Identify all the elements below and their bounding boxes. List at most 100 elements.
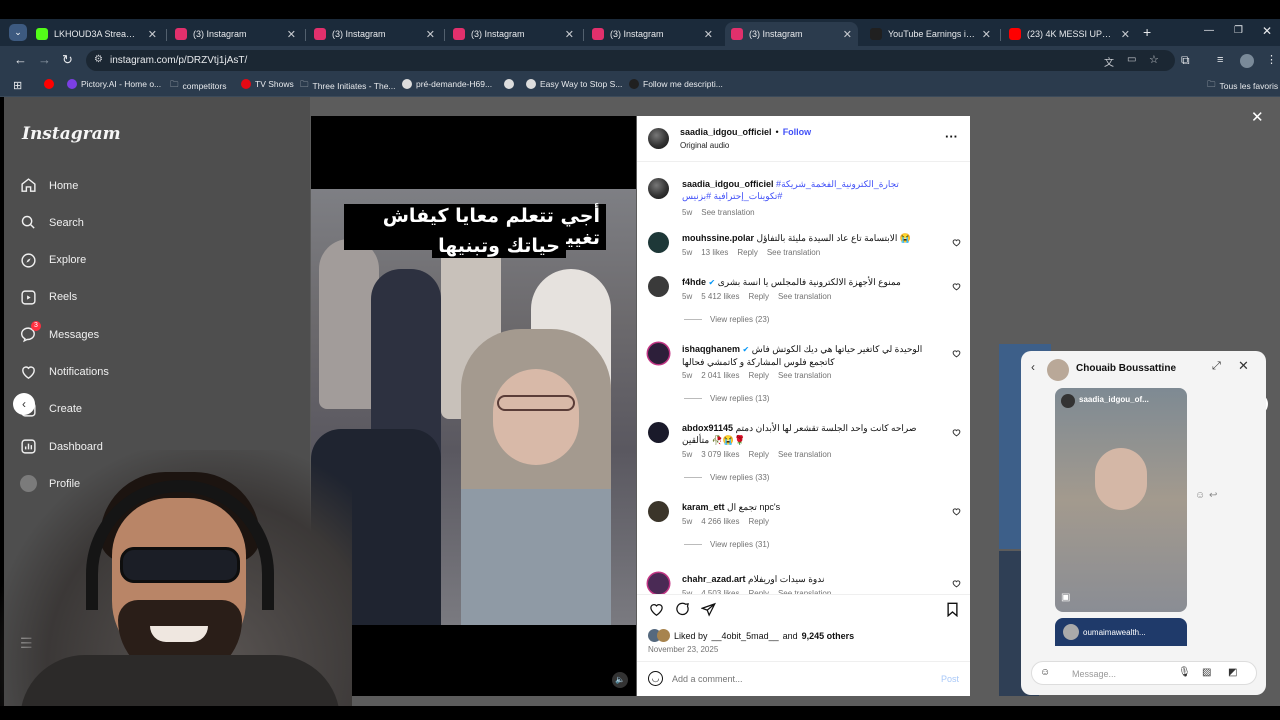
shared-post-preview[interactable]: oumaimawealth...: [1055, 618, 1187, 646]
tab-close-icon[interactable]: ✕: [426, 28, 435, 41]
tab[interactable]: LKHOUD3A Stream - Wat ✕: [30, 22, 163, 46]
bookmark-item[interactable]: Follow me descripti...: [629, 79, 723, 89]
volume-button[interactable]: 🔈: [612, 672, 628, 688]
comment-see-translation[interactable]: See translation: [778, 450, 831, 459]
liked-by-user[interactable]: __4obit_5mad__: [712, 631, 779, 641]
view-replies-button[interactable]: View replies (33): [684, 473, 769, 482]
reply-icon[interactable]: ↩: [1209, 490, 1217, 501]
commenter-avatar[interactable]: [648, 276, 669, 297]
sidebar-item-home[interactable]: Home: [20, 177, 78, 194]
commenter-username[interactable]: chahr_azad.art: [682, 574, 746, 584]
close-chat-icon[interactable]: ✕: [1238, 358, 1249, 374]
tab-close-icon[interactable]: ✕: [565, 28, 574, 41]
like-heart-icon[interactable]: [649, 602, 664, 616]
tab[interactable]: (3) Instagram ✕: [725, 22, 858, 46]
comment-like-icon[interactable]: [952, 349, 961, 358]
forward-button[interactable]: →: [38, 53, 51, 67]
back-button[interactable]: ←: [14, 53, 27, 67]
shared-reel-preview[interactable]: saadia_idgou_of... ▣: [1055, 388, 1187, 612]
tab[interactable]: (3) Instagram ✕: [586, 22, 719, 46]
sidebar-item-reels[interactable]: Reels: [20, 289, 77, 306]
bookmark-item[interactable]: pré-demande-H69...: [402, 79, 492, 89]
sidebar-item-explore[interactable]: Explore: [20, 252, 86, 269]
comment-like-icon[interactable]: [952, 579, 961, 588]
sticker-icon[interactable]: ◩: [1228, 667, 1237, 678]
post-video[interactable]: أجي تتعلم معايا كيفاش تغيير حياتك وتبنيه…: [311, 116, 636, 696]
tab[interactable]: YouTube Earnings in MA ✕: [864, 22, 997, 46]
comment-time[interactable]: 5w: [682, 371, 692, 380]
liked-by-avatars[interactable]: [648, 629, 672, 642]
expand-chat-icon[interactable]: ⤢: [1212, 360, 1221, 373]
commenter-username[interactable]: mouhssine.polar: [682, 233, 754, 243]
bookmark-item[interactable]: Pictory.AI - Home o...: [67, 79, 161, 89]
browser-menu-icon[interactable]: ⋮: [1266, 53, 1277, 67]
tab[interactable]: (3) Instagram ✕: [169, 22, 302, 46]
comment-like-icon[interactable]: [952, 507, 961, 516]
sidebar-item-search[interactable]: Search: [20, 214, 84, 231]
comment-reply-button[interactable]: Reply: [748, 371, 768, 380]
bookmark-star-icon[interactable]: ☆: [1149, 53, 1159, 66]
comment-see-translation[interactable]: See translation: [778, 292, 831, 301]
bookmark-item[interactable]: Easy Way to Stop S...: [526, 79, 622, 89]
comment-time[interactable]: 5w: [682, 292, 692, 301]
add-comment-input[interactable]: [672, 671, 912, 687]
comment-like-icon[interactable]: [952, 428, 961, 437]
tab-close-icon[interactable]: ✕: [982, 28, 991, 41]
profile-avatar[interactable]: [1240, 54, 1254, 68]
comment-likes[interactable]: 2 041 likes: [701, 371, 739, 380]
tab-close-icon[interactable]: ✕: [704, 28, 713, 41]
comment-see-translation[interactable]: See translation: [767, 248, 820, 257]
extensions-icon[interactable]: ⧉: [1181, 53, 1190, 67]
chat-emoji-icon[interactable]: ☺: [1040, 667, 1050, 678]
comment-like-icon[interactable]: [952, 282, 961, 291]
post-date[interactable]: November 23, 2025: [648, 645, 718, 654]
translate-icon[interactable]: 文: [1104, 54, 1114, 69]
tab-close-icon[interactable]: ✕: [148, 28, 157, 41]
comment-time[interactable]: 5w: [682, 248, 692, 257]
commenter-avatar[interactable]: [648, 422, 669, 443]
react-icon[interactable]: ☺: [1195, 490, 1205, 501]
microphone-icon[interactable]: 🎙: [1178, 667, 1191, 678]
chat-contact-name[interactable]: Chouaib Boussattine: [1076, 363, 1176, 374]
commenter-avatar[interactable]: [648, 501, 669, 522]
commenter-avatar[interactable]: [648, 232, 669, 253]
bookmark-item[interactable]: TV Shows: [241, 79, 294, 89]
commenter-username[interactable]: f4hde: [682, 277, 706, 287]
url-bar[interactable]: ⚙ instagram.com/p/DRZVtj1jAsT/ 文 ▭ ☆: [86, 50, 1175, 71]
comment-likes[interactable]: 3 079 likes: [701, 450, 739, 459]
comment-reply-button[interactable]: Reply: [748, 517, 768, 526]
liked-by-others[interactable]: 9,245 others: [802, 631, 855, 641]
commenter-username[interactable]: abdox91145: [682, 423, 733, 433]
tab[interactable]: (3) Instagram ✕: [447, 22, 580, 46]
sidebar-item-messages[interactable]: 3 Messages: [20, 321, 99, 343]
reload-button[interactable]: ↻: [62, 53, 73, 67]
minimize-button[interactable]: —: [1204, 25, 1214, 36]
new-tab-button[interactable]: +: [1143, 24, 1151, 40]
bookmark-item[interactable]: 🗀 Three Initiates - The...: [300, 79, 396, 93]
comment-likes[interactable]: 13 likes: [701, 248, 728, 257]
save-bookmark-icon[interactable]: [946, 602, 959, 617]
tab-search-button[interactable]: ⌄: [9, 24, 27, 41]
comment-reply-button[interactable]: Reply: [748, 450, 768, 459]
sidebar-item-notifications[interactable]: Notifications: [20, 364, 109, 381]
emoji-icon[interactable]: ◡: [648, 671, 663, 686]
restore-button[interactable]: ❐: [1234, 25, 1243, 36]
chat-avatar[interactable]: [1047, 359, 1069, 381]
all-bookmarks-folder[interactable]: 🗀 Tous les favoris: [1207, 79, 1278, 93]
view-replies-button[interactable]: View replies (13): [684, 394, 769, 403]
tab[interactable]: (23) 4K MESSI UPSCALED ✕: [1003, 22, 1136, 46]
comment-likes[interactable]: 5 412 likes: [701, 292, 739, 301]
site-info-icon[interactable]: ⚙: [94, 54, 103, 65]
comment-like-icon[interactable]: [952, 238, 961, 247]
close-window-button[interactable]: ✕: [1262, 24, 1272, 38]
view-replies-button[interactable]: View replies (23): [684, 315, 769, 324]
tab[interactable]: (3) Instagram ✕: [308, 22, 441, 46]
commenter-username[interactable]: ishaqghanem: [682, 344, 740, 354]
comment-likes[interactable]: 4 266 likes: [701, 517, 739, 526]
image-icon[interactable]: ▨: [1202, 667, 1211, 678]
view-replies-button[interactable]: View replies (31): [684, 540, 769, 549]
comment-reply-button[interactable]: Reply: [737, 248, 757, 257]
comment-see-translation[interactable]: See translation: [778, 371, 831, 380]
tab-close-icon[interactable]: ✕: [843, 28, 852, 41]
apps-grid-icon[interactable]: ⊞: [13, 79, 22, 92]
